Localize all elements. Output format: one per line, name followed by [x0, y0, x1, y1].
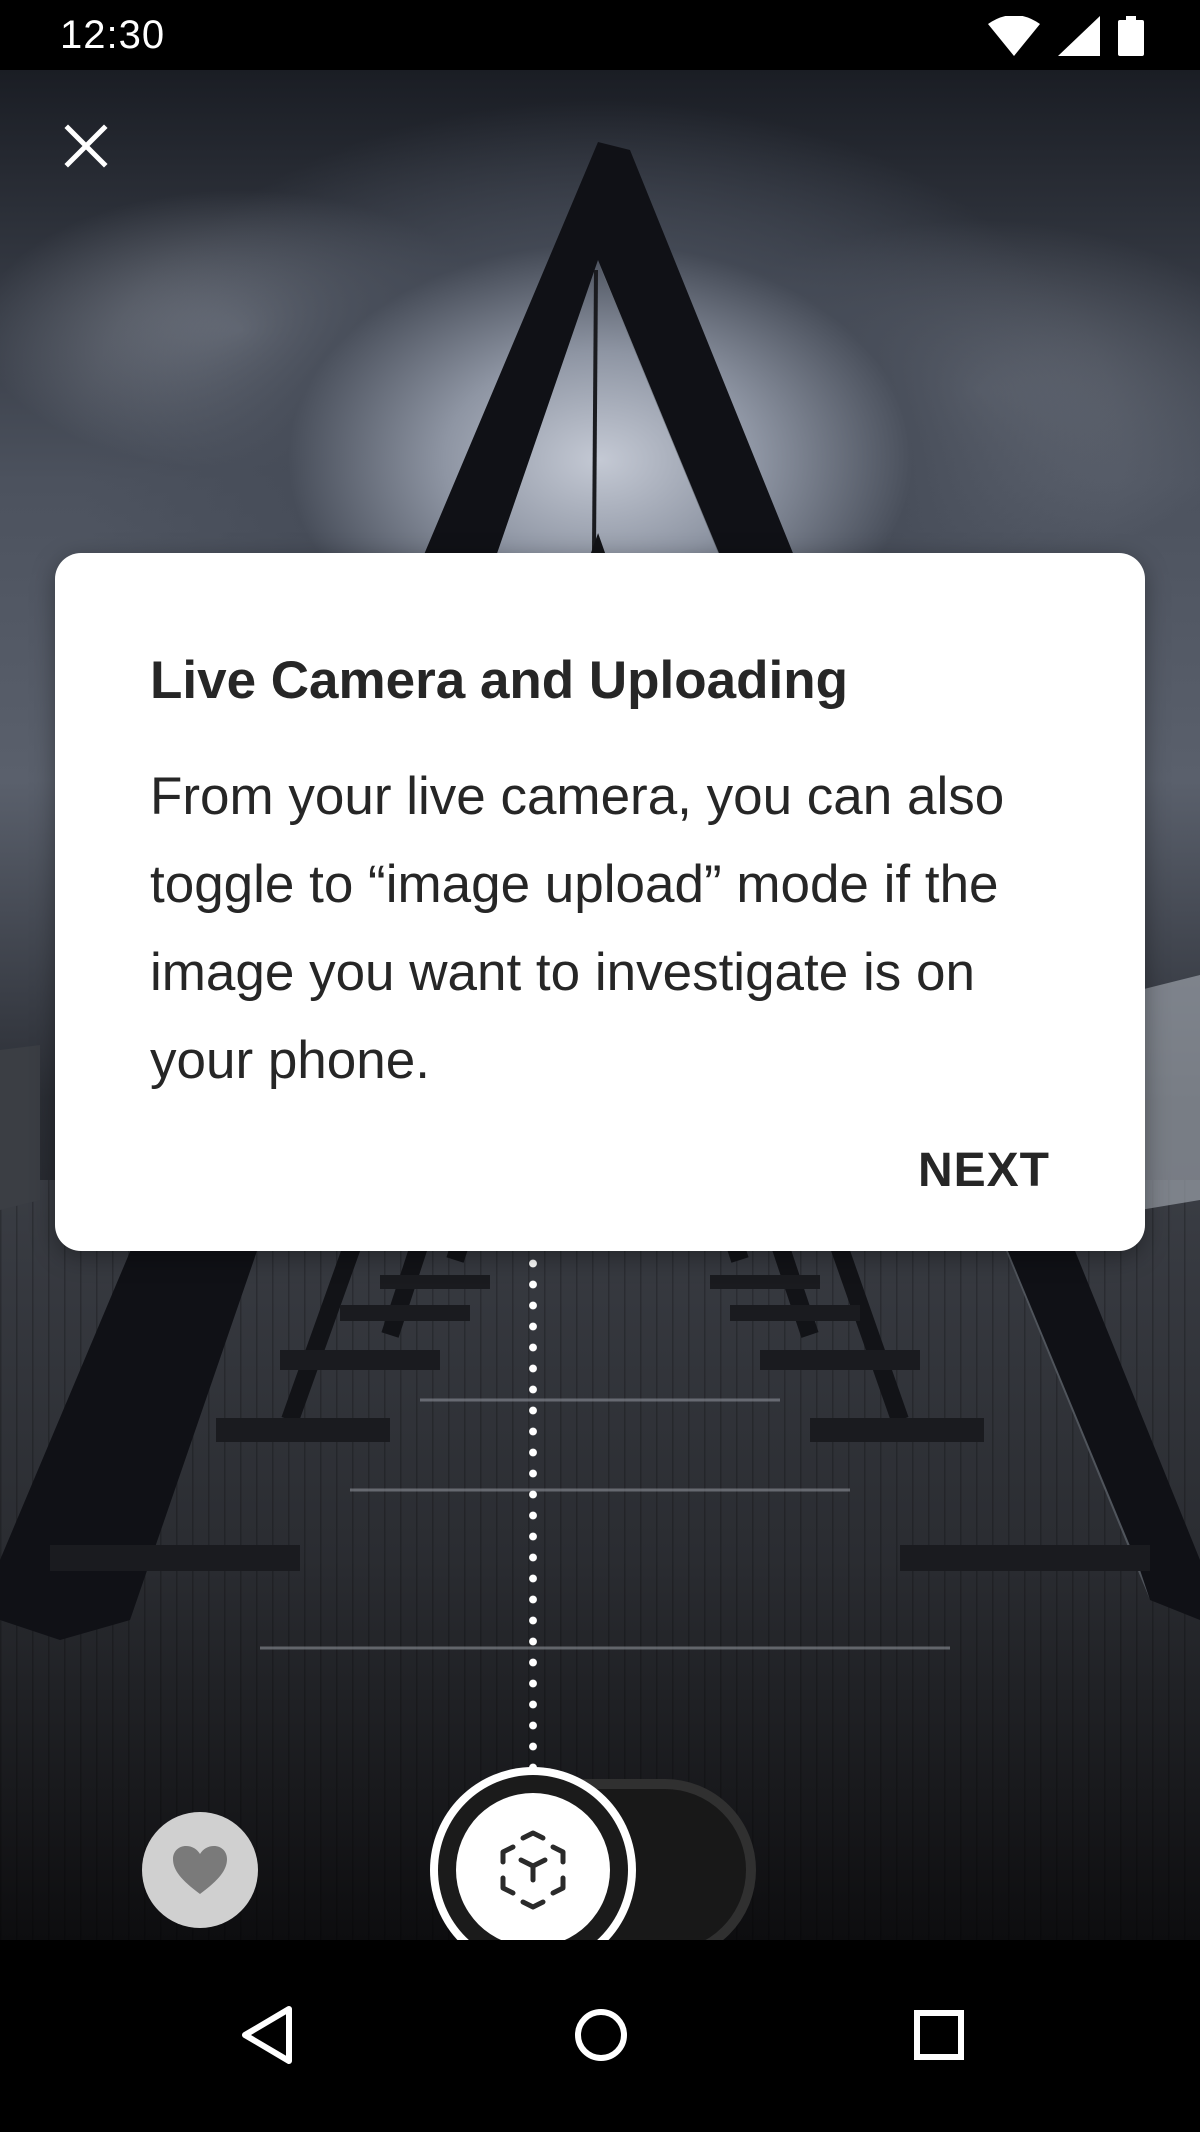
home-icon [575, 2009, 627, 2061]
back-icon [242, 2006, 292, 2064]
ar-cube-icon [500, 1830, 566, 1910]
home-button[interactable] [556, 1990, 646, 2080]
shutter-core [456, 1793, 610, 1947]
battery-icon [1118, 16, 1144, 56]
back-button[interactable] [222, 1990, 312, 2080]
wifi-icon [988, 16, 1040, 56]
recents-button[interactable] [894, 1990, 984, 2080]
navigation-bar [0, 1940, 1200, 2132]
next-button[interactable]: NEXT [918, 1143, 1050, 1199]
close-button[interactable] [56, 116, 116, 176]
status-bar: 12:30 [0, 0, 1200, 70]
favorites-button[interactable] [142, 1812, 258, 1928]
status-time: 12:30 [60, 13, 166, 57]
onboarding-tooltip-card: Live Camera and Uploading From your live… [55, 553, 1145, 1251]
tooltip-pointer-dotted-line [529, 1253, 537, 1773]
recents-icon [914, 2010, 964, 2060]
card-title: Live Camera and Uploading [150, 651, 848, 710]
card-body-text: From your live camera, you can also togg… [150, 767, 1005, 1090]
status-icons [988, 16, 1144, 56]
heart-icon [173, 1846, 227, 1894]
close-icon [64, 124, 108, 168]
cell-signal-icon [1058, 16, 1100, 56]
